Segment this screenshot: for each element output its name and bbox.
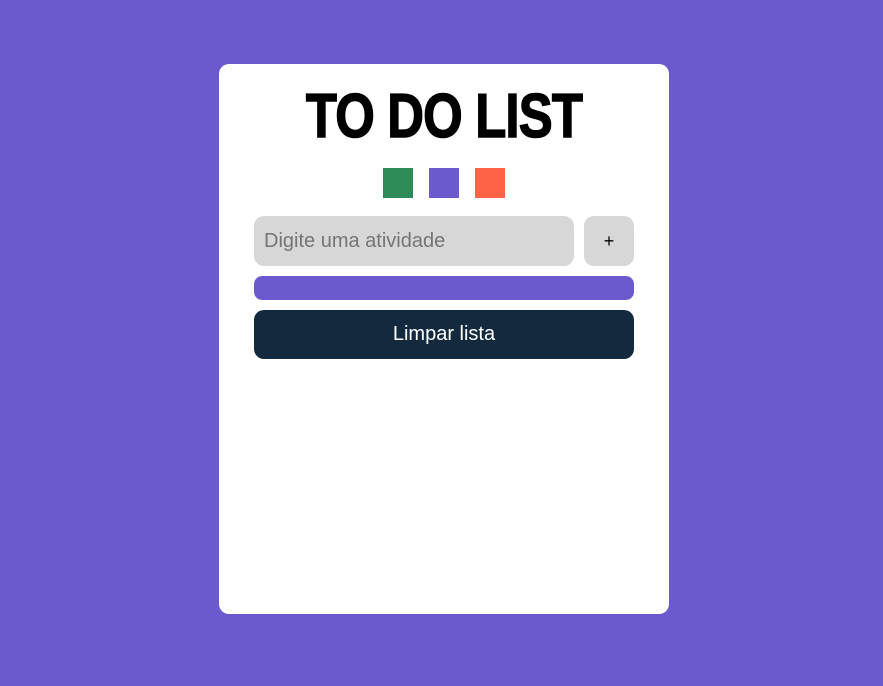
clear-list-button[interactable]: Limpar lista (254, 310, 634, 359)
color-swatch-purple[interactable] (429, 168, 459, 198)
page-title: TO DO LIST (305, 81, 583, 152)
color-swatch-green[interactable] (383, 168, 413, 198)
add-task-button[interactable]: + (584, 216, 634, 266)
progress-bar (254, 276, 634, 300)
task-form: + (254, 216, 634, 266)
progress-bar-fill (254, 276, 634, 300)
color-swatch-orange[interactable] (475, 168, 505, 198)
todo-card: TO DO LIST + Limpar lista (219, 64, 669, 614)
task-input[interactable] (254, 216, 574, 266)
color-picker (383, 168, 505, 198)
